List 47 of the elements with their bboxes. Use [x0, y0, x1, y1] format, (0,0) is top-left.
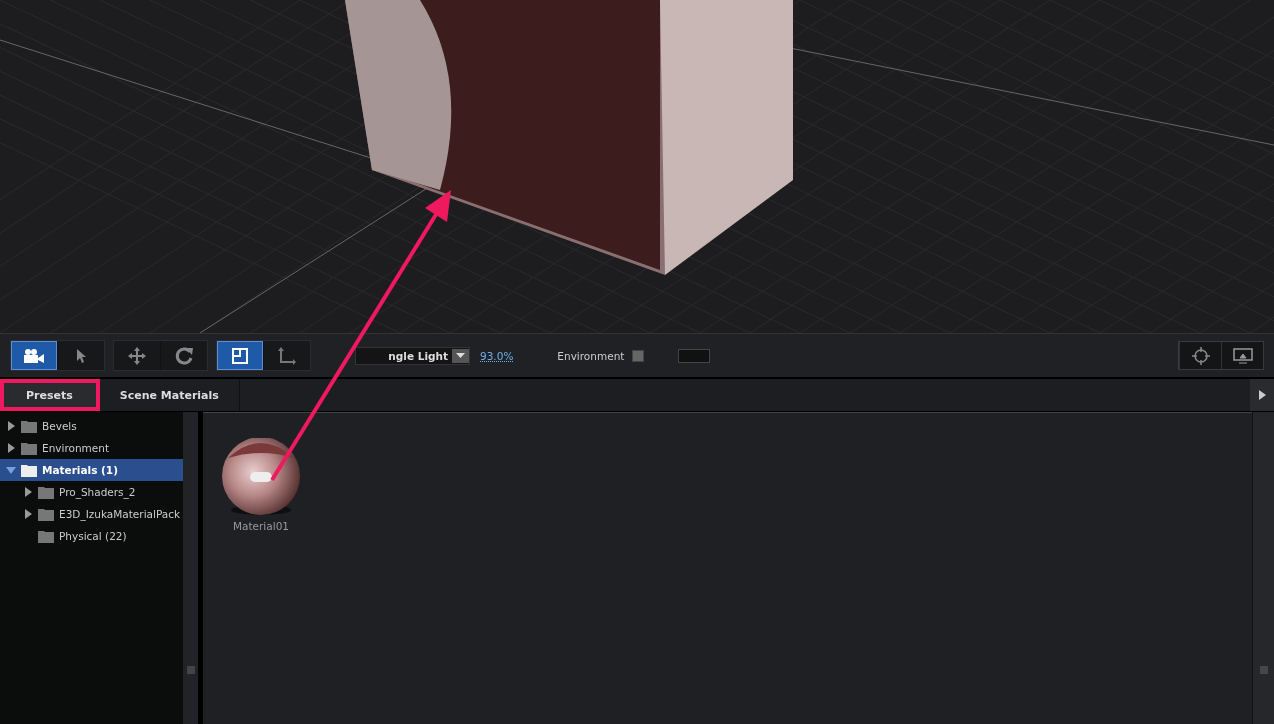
collapsed-arrow-icon[interactable] [6, 443, 16, 453]
environment-checkbox[interactable] [632, 349, 645, 362]
frame-tool-button[interactable] [217, 341, 263, 370]
collapsed-arrow-icon[interactable] [6, 421, 16, 431]
expand-panel-button[interactable] [1250, 379, 1274, 411]
grip-icon [186, 666, 195, 674]
tree-item[interactable]: E3D_IzukaMaterialPack [0, 503, 183, 525]
folder-icon [21, 419, 37, 433]
light-intensity-link[interactable]: 93.0% [480, 349, 514, 362]
scrollbar[interactable] [1252, 412, 1274, 724]
caret-icon [456, 353, 465, 358]
monitor-button[interactable] [1221, 342, 1263, 369]
target-button[interactable] [1179, 342, 1221, 369]
camera-icon [23, 348, 45, 363]
collapsed-arrow-icon[interactable] [23, 487, 33, 497]
splitter-handle[interactable] [183, 412, 203, 724]
collapsed-arrow-icon[interactable] [23, 509, 33, 519]
triangle-right-icon [1258, 390, 1266, 400]
pointer-tool-button[interactable] [58, 341, 104, 370]
tree-item[interactable]: Materials (1) [0, 459, 183, 481]
camera-tool-button[interactable] [11, 341, 57, 370]
move-tool-button[interactable] [114, 341, 160, 370]
tree-item[interactable]: Pro_Shaders_2 [0, 481, 183, 503]
rotate-tool-button[interactable] [161, 341, 207, 370]
light-dropdown[interactable]: ngle Light [355, 346, 470, 365]
tree-item[interactable]: Environment [0, 437, 183, 459]
expanded-arrow-icon[interactable] [6, 465, 16, 475]
color-swatch[interactable] [678, 348, 711, 363]
monitor-icon [1232, 347, 1253, 364]
pointer-icon [75, 348, 87, 363]
folder-icon [38, 529, 54, 543]
tree-item[interactable]: Physical (22) [0, 525, 183, 547]
folder-icon [21, 463, 37, 477]
environment-label: Environment [557, 349, 625, 362]
rotate-icon [174, 345, 194, 366]
axis-tool-button[interactable] [264, 341, 310, 370]
folder-icon [21, 441, 37, 455]
material-name: Material01 [233, 520, 289, 532]
move-icon [127, 345, 147, 366]
panel-tab[interactable]: Presets [0, 379, 100, 411]
axis-icon [277, 345, 297, 366]
grip-icon [1259, 666, 1268, 674]
folder-icon [38, 485, 54, 499]
folder-icon [38, 507, 54, 521]
target-icon [1191, 346, 1210, 365]
tree-item[interactable]: Bevels [0, 415, 183, 437]
frame-icon [232, 347, 248, 364]
